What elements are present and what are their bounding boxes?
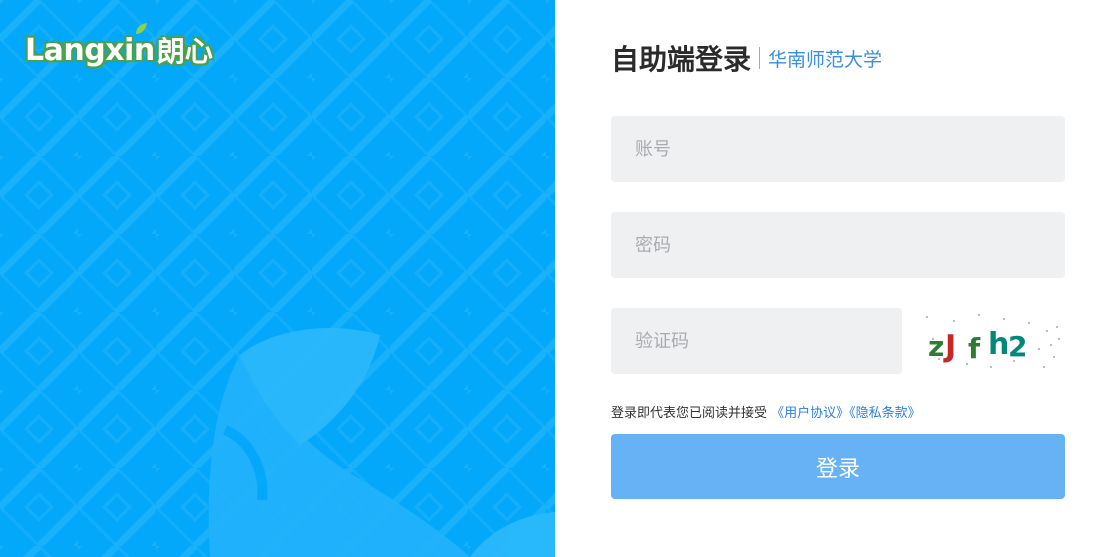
- agreement-prefix: 登录即代表您已阅读并接受: [611, 406, 768, 421]
- svg-text:z: z: [928, 330, 944, 363]
- captcha-input[interactable]: [611, 308, 902, 374]
- login-button[interactable]: 登录: [611, 434, 1065, 499]
- login-header: 自助端登录 华南师范大学: [611, 36, 1065, 80]
- brand-panel: Langxin 朗心: [0, 0, 555, 557]
- brand-logo: Langxin 朗心: [25, 26, 213, 74]
- logo-latin-text: Langxin: [25, 32, 155, 68]
- captcha-image[interactable]: z J f h 2: [918, 308, 1065, 374]
- svg-text:h: h: [988, 327, 1009, 362]
- user-agreement-link[interactable]: 《用户协议》: [771, 406, 849, 421]
- password-input[interactable]: [611, 212, 1065, 278]
- privacy-policy-link[interactable]: 《隐私条款》: [849, 406, 921, 421]
- title-divider: [759, 47, 761, 69]
- login-form: 自助端登录 华南师范大学 z J f h 2: [611, 36, 1065, 499]
- svg-text:2: 2: [1008, 330, 1027, 363]
- school-name: 华南师范大学: [768, 48, 883, 71]
- agreement-notice: 登录即代表您已阅读并接受 《用户协议》《隐私条款》: [611, 402, 921, 421]
- background-pattern: [0, 0, 555, 557]
- leaf-icon: [136, 23, 147, 34]
- svg-text:J: J: [943, 329, 956, 364]
- username-input[interactable]: [611, 116, 1065, 182]
- svg-text:f: f: [968, 332, 981, 365]
- logo-chinese-text: 朗心: [156, 35, 213, 68]
- login-page: Langxin 朗心 自助端登录 华南师范大学 账号 验证码 z J f h 2…: [0, 0, 1107, 557]
- page-title: 自助端登录: [611, 43, 752, 76]
